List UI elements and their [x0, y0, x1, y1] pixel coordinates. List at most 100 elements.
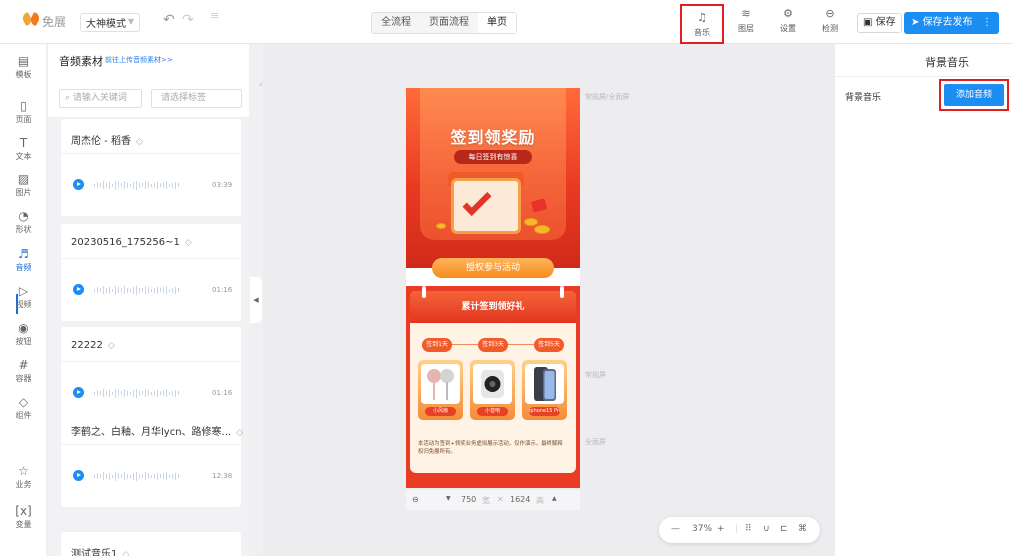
chevron-down-icon[interactable]: ▼ — [446, 495, 451, 502]
upload-audio-link[interactable]: 前往上传音频素材>> — [105, 55, 173, 65]
waveform — [94, 387, 204, 399]
nav-item-shape[interactable]: ◔ 形状 — [0, 209, 47, 235]
magnet-icon[interactable]: ∪ — [763, 524, 770, 534]
chevron-down-icon: ▼ — [127, 17, 134, 26]
layers-tool-button[interactable]: ≋ 图层 — [728, 6, 764, 40]
audio-title-text: 22222 — [71, 340, 103, 351]
variable-icon: [x] — [15, 504, 32, 518]
undo-icon[interactable]: ↶ — [163, 12, 175, 28]
zoom-out-icon[interactable]: — — [671, 524, 680, 534]
play-icon[interactable] — [73, 179, 84, 190]
top-bar: 免展 大神模式 ▼ ↶ ↷ 全流程 页面流程 单页 ♫ 音乐 ≋ 图层 ⚙ 设置… — [0, 0, 1013, 44]
nav-item-container[interactable]: # 容器 — [0, 358, 47, 384]
lock-icon[interactable]: ⊖ — [412, 495, 419, 504]
prize-card: iphone15 Pro — [522, 360, 567, 420]
tab-single-page[interactable]: 单页 — [478, 13, 516, 33]
nav-item-audio[interactable]: ♬ 音频 — [0, 247, 47, 273]
link-icon[interactable]: ✕ — [497, 495, 504, 504]
day-progress: 签到1天 签到3天 签到5天 — [420, 338, 566, 352]
day-badge: 签到1天 — [422, 338, 452, 352]
hero-subtitle: 每日签到有惊喜 — [454, 150, 532, 164]
app-logo[interactable]: 免展 — [22, 11, 66, 31]
tag-icon[interactable]: ◇ — [122, 550, 129, 556]
audio-title: 22222 ◇ — [71, 340, 115, 351]
add-audio-button[interactable]: 添加音频 — [944, 84, 1004, 106]
send-icon: ➤ — [911, 17, 923, 28]
divider: | — [735, 524, 739, 534]
shortcut-icon[interactable]: ⌘ — [798, 524, 807, 534]
zoom-level[interactable]: 37% — [692, 524, 712, 534]
coin-icon — [534, 225, 550, 234]
check-tool-button[interactable]: ⊖ 检测 — [812, 6, 848, 40]
fan-image — [421, 364, 460, 404]
coin-icon — [524, 218, 538, 226]
properties-panel: 背景音乐 背景音乐 添加音频 — [835, 44, 1013, 556]
play-icon[interactable] — [73, 284, 84, 295]
hero-title: 签到领奖励 — [450, 128, 536, 147]
nav-item-business[interactable]: ☆ 业务 — [0, 464, 47, 490]
audio-duration: 01:16 — [212, 389, 233, 397]
shape-icon: ◔ — [18, 209, 29, 223]
ruler-icon[interactable]: ⊏ — [780, 524, 788, 534]
assets-header: 音频素材 前往上传音频素材>> — [48, 44, 249, 76]
save-button[interactable]: ▣ 保存 — [857, 13, 902, 33]
play-icon[interactable] — [73, 470, 84, 481]
music-tool-button[interactable]: ♫ 音乐 — [680, 4, 724, 44]
audio-duration: 12:38 — [212, 472, 233, 480]
zoom-control: — 37% + | ⠿ ∪ ⊏ ⌘ — [659, 517, 820, 543]
more-icon[interactable]: ⋮ — [982, 12, 992, 34]
tag-icon[interactable]: ◇ — [236, 428, 243, 438]
collapse-panel-handle[interactable]: ◀ — [250, 277, 262, 323]
phone-preview[interactable]: 签到领奖励 每日签到有惊喜 授权参与活动 累计签到领好礼 签到1天 签到3天 签… — [406, 88, 580, 488]
settings-tool-button[interactable]: ⚙ 设置 — [770, 6, 806, 40]
component-icon: ◇ — [18, 395, 29, 409]
redo-icon[interactable]: ↷ — [182, 12, 194, 28]
pin-icon — [560, 286, 564, 298]
music-tool-label: 音乐 — [694, 28, 710, 37]
play-icon[interactable] — [73, 387, 84, 398]
keyword-search-input[interactable]: ⌕ 请输入关键词 — [59, 89, 142, 108]
nav-item-button[interactable]: ◉ 按钮 — [0, 321, 47, 347]
audio-title-text: 李鹤之、白釉、月华lycn、路修寒... — [71, 427, 232, 438]
audio-card[interactable]: 20230516_175256~1 ◇ 01:16 — [61, 224, 241, 321]
audio-title-text: 周杰伦 - 稻香 — [71, 136, 131, 147]
speaker-image — [473, 364, 512, 404]
nav-item-video[interactable]: ▷ 视频 — [0, 284, 47, 310]
day-badge: 签到3天 — [478, 338, 508, 352]
audio-card[interactable]: 周杰伦 - 稻香 ◇ 03:39 — [61, 119, 241, 216]
nav-item-template[interactable]: ▤ 模板 — [0, 54, 47, 80]
canvas-height[interactable]: 1624 — [510, 495, 530, 504]
tag-select[interactable]: 请选择标签 — [151, 89, 242, 108]
divider — [61, 258, 241, 259]
tag-icon[interactable]: ◇ — [108, 341, 115, 351]
nav-label: 图片 — [15, 188, 32, 197]
nav-label: 文本 — [15, 152, 32, 161]
settings-tool-label: 设置 — [780, 24, 796, 33]
tag-icon[interactable]: ◇ — [185, 238, 192, 248]
audio-icon: ♬ — [18, 247, 29, 261]
tab-page-flow[interactable]: 页面流程 — [420, 13, 478, 33]
grid-icon[interactable]: ⠿ — [745, 524, 752, 534]
divider — [61, 444, 241, 445]
join-activity-button[interactable]: 授权参与活动 — [432, 258, 554, 278]
tab-full-flow[interactable]: 全流程 — [372, 13, 420, 33]
nav-item-image[interactable]: ▨ 图片 — [0, 172, 47, 198]
divider — [61, 153, 241, 154]
container-icon: # — [18, 358, 29, 372]
zoom-in-icon[interactable]: + — [717, 524, 725, 534]
panel-menu-icon[interactable]: ≡ — [210, 9, 219, 22]
nav-item-component[interactable]: ◇ 组件 — [0, 395, 47, 421]
nav-item-text[interactable]: T 文本 — [0, 136, 47, 162]
audio-card[interactable]: 李鹤之、白釉、月华lycn、路修寒... ◇ 12:38 — [61, 410, 243, 507]
nav-label: 变量 — [15, 520, 32, 529]
chevron-up-icon[interactable]: ▲ — [552, 495, 557, 502]
nav-label: 模板 — [15, 70, 32, 79]
audio-card[interactable]: 测试音乐1 ◇ — [61, 532, 241, 556]
publish-button[interactable]: ➤ 保存去发布 ⋮ — [904, 12, 999, 34]
tag-icon[interactable]: ◇ — [136, 137, 143, 147]
mode-select[interactable]: 大神模式 ▼ — [80, 13, 140, 32]
logo-icon — [22, 11, 40, 31]
nav-item-variable[interactable]: [x] 变量 — [0, 504, 47, 530]
nav-item-page[interactable]: ▯ 页面 — [0, 99, 47, 125]
canvas-width[interactable]: 750 — [461, 495, 476, 504]
